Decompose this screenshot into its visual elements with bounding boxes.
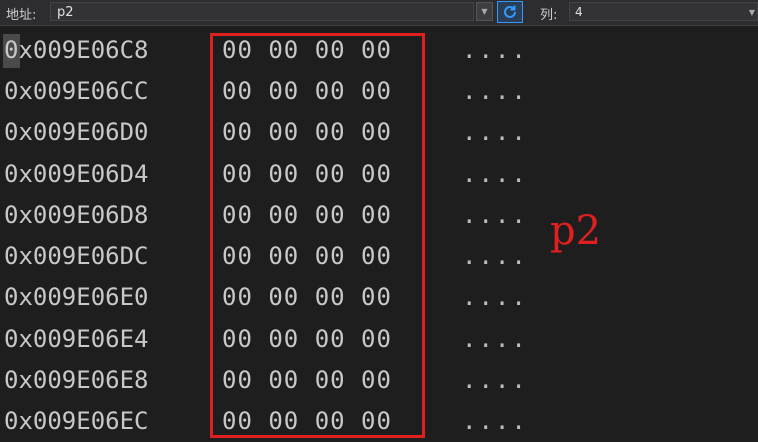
row-ascii: .... [462, 366, 528, 395]
column-count-input[interactable]: 4 ▼ [569, 2, 758, 21]
row-ascii: .... [462, 407, 528, 436]
row-address: 0x009E06E8 [4, 366, 149, 395]
row-address: 0x009E06DC [4, 242, 149, 271]
address-label: 地址: [6, 8, 37, 23]
refresh-button[interactable] [497, 1, 523, 23]
column-count-value: 4 [575, 5, 583, 19]
chevron-down-icon[interactable]: ▼ [749, 3, 755, 22]
row-address: 0x009E06D8 [4, 200, 149, 229]
memory-toolbar: 地址: p2 ▼ 列: 4 ▼ [0, 0, 758, 26]
row-address: 0x009E06EC [4, 407, 149, 436]
row-ascii: .... [462, 76, 528, 105]
row-ascii: .... [462, 159, 528, 188]
row-ascii: .... [462, 35, 528, 64]
highlight-box [210, 33, 425, 438]
row-ascii: .... [462, 242, 528, 271]
annotation-label: p2 [550, 208, 602, 254]
address-input[interactable]: p2 [50, 2, 474, 21]
refresh-icon [504, 5, 516, 18]
row-address: 0x009E06C8 [4, 35, 149, 64]
row-ascii: .... [462, 324, 528, 353]
row-address: 0x009E06E4 [4, 324, 149, 353]
row-ascii: .... [462, 200, 528, 229]
row-ascii: .... [462, 283, 528, 312]
row-address: 0x009E06CC [4, 76, 149, 105]
row-ascii: .... [462, 118, 528, 147]
row-address: 0x009E06D0 [4, 118, 149, 147]
column-label: 列: [540, 8, 558, 23]
row-address: 0x009E06D4 [4, 159, 149, 188]
row-address: 0x009E06E0 [4, 283, 149, 312]
address-dropdown-button[interactable]: ▼ [476, 2, 493, 21]
